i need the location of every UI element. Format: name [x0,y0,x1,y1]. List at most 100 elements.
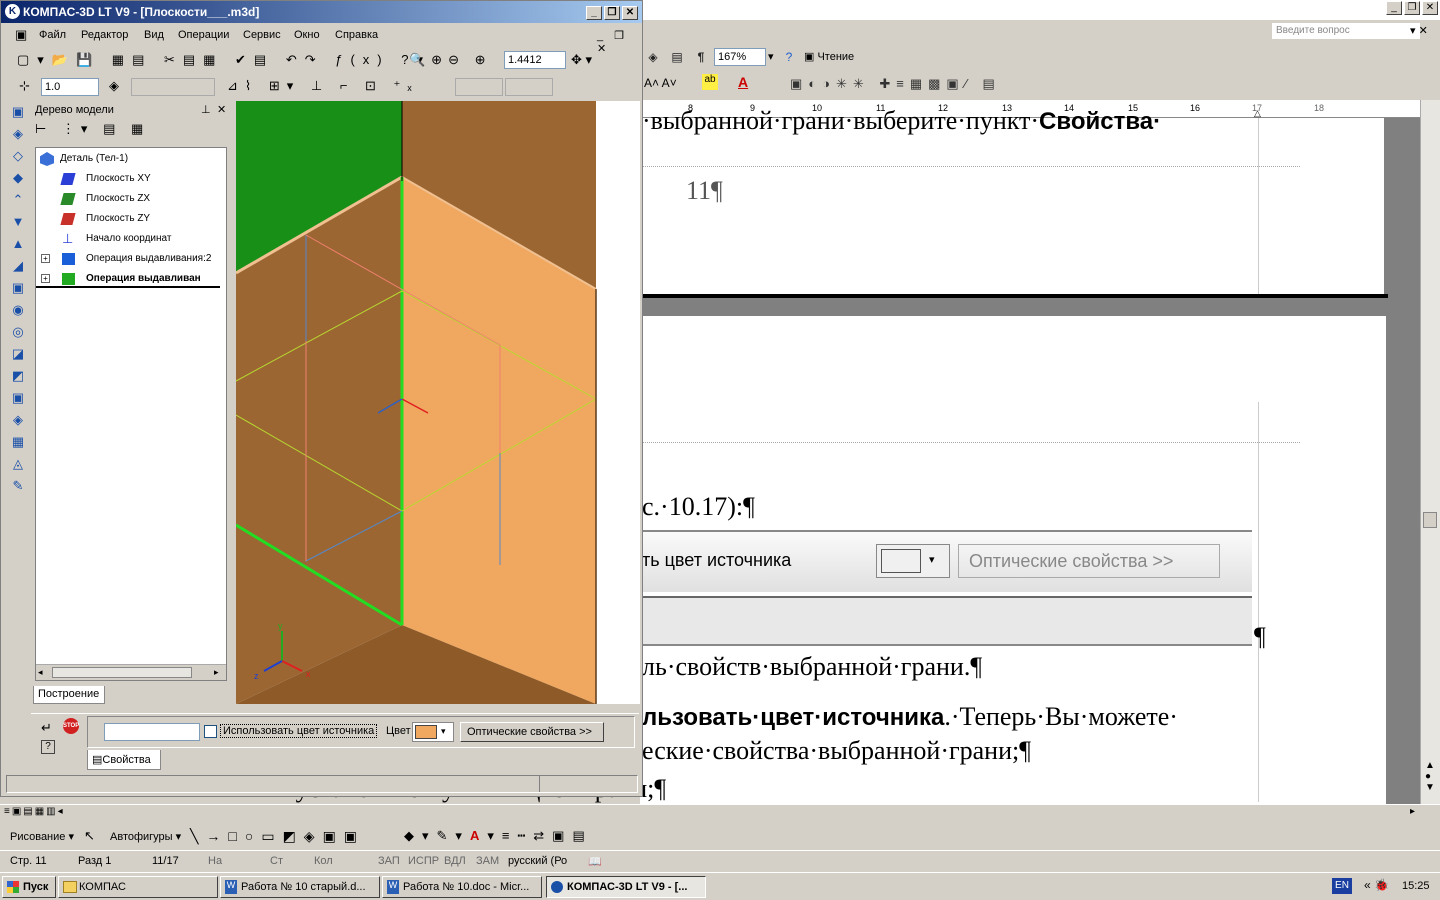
menu-file[interactable]: Файл [39,29,66,41]
kompas-logo-icon: K [5,4,20,19]
menu-operations[interactable]: Операции [178,29,229,41]
vertical-scrollbar[interactable]: ▲ ● ▼ [1420,100,1440,804]
browse-icon[interactable]: ▲ ● ▼ [1425,760,1435,793]
drawing-tools-icons[interactable]: ▣◐◑✳✳ ✚≡▦▩▣∕ ▤ [790,76,1001,92]
help-search-input[interactable]: Введите вопрос [1272,23,1420,39]
tab-properties[interactable]: ▤Свойства [87,750,161,770]
doc-line: ·выбранной·грани·выберите·пункт·Свойства… [642,106,1162,135]
font-color-icon[interactable]: A [738,74,748,90]
language-indicator[interactable]: EN [1332,878,1352,894]
close-button[interactable]: ✕ [622,6,638,20]
menu-view[interactable]: Вид [144,29,164,41]
use-source-color-label[interactable]: Использовать цвет источника [220,724,378,738]
model-viewport[interactable]: y x z [236,101,640,704]
zoom-tools-icons[interactable]: 🔍⊕⊖ ⊕ [409,52,491,68]
use-source-color-checkbox[interactable] [204,725,217,738]
doc-line: ль·свойств·выбранной·грани.¶ [642,652,983,681]
local-cs-icon[interactable]: ⊹ [19,78,30,94]
orient-icon[interactable]: ✥ ▾ [571,52,592,68]
document-area: ·выбранной·грани·выберите·пункт·Свойства… [280,106,1420,806]
scroll-right-icon[interactable]: ▸ [1410,806,1415,817]
snap-tools-icons[interactable]: ⊿⌇ ⊞▾ ⊥ ⌐ ⊡ ⁺ₓ [227,78,419,94]
select-arrow-icon[interactable]: ↖ [84,828,95,844]
embedded-color-swatch: ▾ [876,544,950,578]
restore-button[interactable]: ❐ [604,6,620,20]
doc-line: льзовать·цвет·источника.·Теперь·Вы·может… [642,702,1178,731]
status-ext[interactable]: ВДЛ [444,855,466,867]
optical-properties-button[interactable]: Оптические свойства >> [460,722,604,742]
help-icon[interactable]: ? [778,46,800,68]
menu-window[interactable]: Окно [294,29,320,41]
tree-tools-icons[interactable]: ⊢ ⋮▾ ▤ ▦ [35,121,149,137]
status-ovr[interactable]: ЗАМ [476,855,499,867]
scroll-thumb[interactable] [1423,512,1437,528]
kompas-status-bar [6,775,638,793]
embedded-screenshot-bottom [640,596,1252,646]
tree-item-extrusion-2[interactable]: + Операция выдавливан [36,270,220,288]
close-icon[interactable]: ✕ [217,103,226,116]
help-icon[interactable]: ? [41,740,55,754]
view-buttons[interactable]: ≡▣▤▦▥◂ [4,806,65,817]
start-button[interactable]: Пуск [2,876,56,898]
task-kompas-app[interactable]: КОМПАС-3D LT V9 - [... [546,876,706,898]
autoshapes-menu[interactable]: Автофигуры ▾ [110,830,181,843]
task-kompas-folder[interactable]: КОМПАС [58,876,218,898]
menu-service[interactable]: Сервис [243,29,281,41]
zoom-select[interactable]: 167% [714,48,766,66]
minimize-button[interactable]: _ [1386,1,1402,15]
chevron-down-icon[interactable]: ▾ [768,50,774,63]
header-boundary [640,442,1300,443]
coord-y-field[interactable] [505,78,553,96]
expand-icon[interactable]: + [41,274,50,283]
status-divider [539,776,540,792]
menu-help[interactable]: Справка [335,29,378,41]
status-trk[interactable]: ИСПР [408,855,439,867]
highlight-icon[interactable]: ab [702,74,718,90]
stop-icon[interactable]: STOP [63,718,79,734]
status-rec[interactable]: ЗАП [378,855,400,867]
help-close-icon[interactable]: ▾ ✕ [1410,24,1428,37]
spelling-icon[interactable]: 📖 [588,855,602,868]
color-picker[interactable]: ▾ [412,722,454,742]
tray-icons[interactable]: « 🐞 [1364,878,1389,892]
menu-editor[interactable]: Редактор [81,29,128,41]
layers-icon[interactable]: ◈ [109,78,119,94]
task-word-old[interactable]: W Работа № 10 старый.d... [220,876,380,898]
svg-text:y: y [278,621,283,631]
page-number: 11¶ [686,176,723,205]
property-controls: Использовать цвет источника Цвет ▾ Оптич… [87,716,635,748]
pin-icon[interactable]: ⊥ [201,103,211,116]
model-tree-panel: Дерево модели ⊥ ✕ ⊢ ⋮▾ ▤ ▦ Деталь (Тел-1… [31,101,231,707]
horizontal-scrollbar[interactable]: ≡▣▤▦▥◂ ▸ [0,804,1440,822]
task-word-current[interactable]: W Работа № 10.doc - Micr... [382,876,542,898]
svg-text:z: z [254,671,259,681]
model-3d-view[interactable]: y x z [236,101,640,704]
expand-icon[interactable]: + [41,254,50,263]
font-size-up-icon[interactable]: A˄ A˅ [644,76,677,90]
svg-text:x: x [306,669,311,679]
show-marks-button[interactable]: ¶ [690,46,712,68]
reading-mode-button[interactable]: ▣ Чтение [804,50,854,63]
color-tools-icons[interactable]: ◆▾✎▾A▾≡┅⇄▣▤ [404,828,593,844]
scale-input[interactable]: 1.4412 [504,51,566,69]
shape-tools-icons[interactable]: ╲→□○▭◩◈▣▣ [190,828,365,845]
draw-menu[interactable]: Рисование ▾ [10,830,74,843]
tab-build[interactable]: Построение [33,686,105,704]
restore-button[interactable]: ❐ [1404,1,1420,15]
research-icon[interactable]: ◈ [642,46,664,68]
coord-x-field[interactable] [455,78,503,96]
layer-select[interactable] [131,78,215,96]
color-label: Цвет [386,725,411,737]
reading-label: Чтение [817,51,855,63]
doc-system-icon[interactable]: ▣ [15,27,27,43]
tree-hscrollbar[interactable]: ◂ ▸ [36,664,226,680]
minimize-button[interactable]: _ [586,6,602,20]
step-input[interactable]: 1.0 [41,78,99,96]
file-tools-icons[interactable]: ▢▾📂💾 ▦▤ ✂▤▦ ✔▤ ↶↷ ƒ(x) ?▾ [17,52,431,68]
create-object-icon[interactable]: ↵ [41,720,52,736]
status-at: На [208,855,223,867]
preview-icon[interactable]: ▤ [666,46,688,68]
object-name-input[interactable] [104,723,200,741]
close-button[interactable]: ✕ [1422,1,1438,15]
compact-panel-icons[interactable]: ▣ ◈ ◇ ◆ ⌃ ▼ ▲ ◢ ▣ ◉ ◎ ◪ ◩ ▣ ◈ ▦ ◬ ✎ [6,101,30,497]
